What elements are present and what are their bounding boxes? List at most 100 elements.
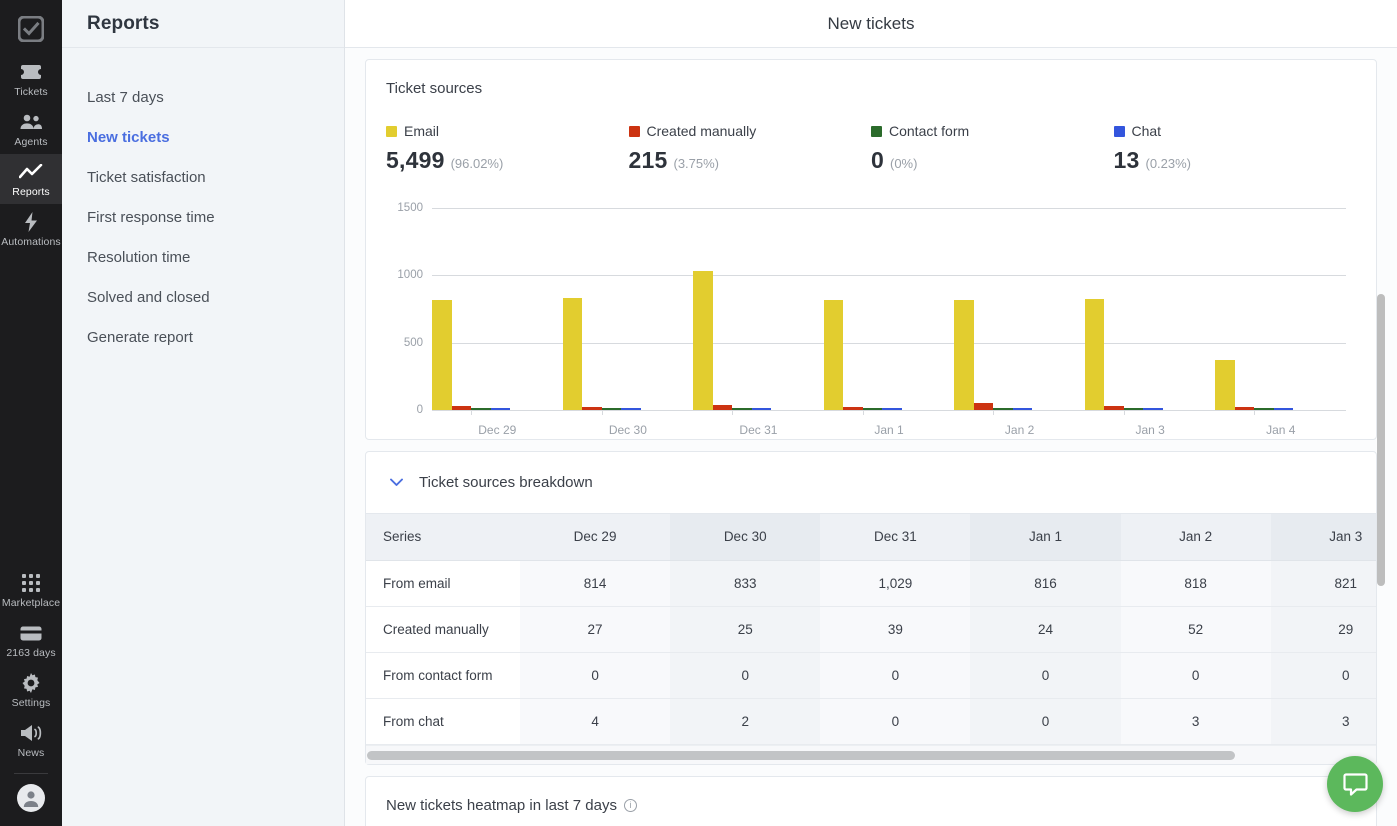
- chart-bar[interactable]: [993, 408, 1013, 410]
- chart-bar[interactable]: [1235, 407, 1255, 410]
- chart-bar[interactable]: [954, 300, 974, 410]
- heatmap-title: New tickets heatmap in last 7 days: [386, 797, 617, 814]
- rail-item-marketplace[interactable]: Marketplace: [0, 565, 62, 615]
- table-row-label: From email: [366, 560, 520, 606]
- sidebar-item-resolution-time[interactable]: Resolution time: [62, 238, 344, 278]
- chart-bar[interactable]: [974, 403, 994, 410]
- user-avatar-icon: [21, 788, 41, 808]
- rail-item-settings[interactable]: Settings: [0, 665, 62, 715]
- breakdown-title: Ticket sources breakdown: [419, 474, 593, 491]
- chart-bar[interactable]: [1124, 408, 1144, 410]
- rail-item-agents[interactable]: Agents: [0, 104, 62, 154]
- chart-bar[interactable]: [824, 300, 844, 410]
- chart-bar[interactable]: [582, 407, 602, 410]
- lightning-bolt-icon: [23, 211, 39, 233]
- chart-bar[interactable]: [602, 408, 622, 410]
- chart-bar[interactable]: [693, 271, 713, 410]
- y-axis-tick-label: 1000: [397, 269, 423, 281]
- rail-item-tickets[interactable]: Tickets: [0, 54, 62, 104]
- y-axis-tick-label: 1500: [397, 202, 423, 214]
- main-content: New tickets Ticket sources Email 5,499 (…: [345, 0, 1397, 826]
- rail-item-label: Tickets: [14, 86, 48, 98]
- x-axis-tick: [1254, 410, 1255, 415]
- x-axis-tick: [471, 410, 472, 415]
- rail-item-news[interactable]: News: [0, 715, 62, 765]
- chart-bar[interactable]: [471, 408, 491, 410]
- horizontal-scroll-thumb[interactable]: [367, 751, 1235, 760]
- chart-bar[interactable]: [1215, 360, 1235, 410]
- breakdown-table: SeriesDec 29Dec 30Dec 31Jan 1Jan 2Jan 3J…: [366, 514, 1376, 745]
- chart-bar[interactable]: [1085, 299, 1105, 410]
- table-row-label: From chat: [366, 698, 520, 744]
- legend-item-created-manually: Created manually 215 (3.75%): [629, 123, 872, 174]
- x-axis-tick-label: Jan 4: [1215, 423, 1346, 437]
- chart-bar[interactable]: [1274, 408, 1294, 410]
- sidebar-item-generate-report[interactable]: Generate report: [62, 318, 344, 358]
- x-axis-tick: [732, 410, 733, 415]
- ticket-sources-breakdown-card: Ticket sources breakdown SeriesDec 29Dec…: [365, 451, 1377, 765]
- info-icon[interactable]: i: [624, 799, 637, 812]
- chart-bar[interactable]: [491, 408, 511, 410]
- chart-bar[interactable]: [752, 408, 772, 410]
- x-axis-tick: [1124, 410, 1125, 415]
- table-row: Created manually27253924522919: [366, 606, 1376, 652]
- sidebar-item-new-tickets[interactable]: New tickets: [62, 118, 344, 158]
- table-cell: 4: [520, 698, 670, 744]
- legend-swatch-chat: [1114, 126, 1125, 137]
- sidebar-item-last-7-days[interactable]: Last 7 days: [62, 78, 344, 118]
- breakdown-horizontal-scrollbar[interactable]: [366, 745, 1376, 764]
- table-column-header: Jan 3: [1271, 514, 1376, 560]
- table-row-label: Created manually: [366, 606, 520, 652]
- table-cell: 3: [1271, 698, 1376, 744]
- table-row-label: From contact form: [366, 652, 520, 698]
- chart-bar[interactable]: [563, 298, 583, 410]
- table-cell: 3: [1121, 698, 1271, 744]
- page-title: Reports: [87, 13, 160, 35]
- table-header-row: SeriesDec 29Dec 30Dec 31Jan 1Jan 2Jan 3J…: [366, 514, 1376, 560]
- table-column-header: Dec 31: [820, 514, 970, 560]
- sidebar-item-solved-and-closed[interactable]: Solved and closed: [62, 278, 344, 318]
- rail-item-label: Settings: [12, 697, 51, 709]
- table-column-header: Series: [366, 514, 520, 560]
- breakdown-toggle[interactable]: Ticket sources breakdown: [366, 452, 1376, 513]
- grid-apps-icon: [22, 572, 40, 594]
- chart-bar[interactable]: [1254, 408, 1274, 410]
- chart-bar[interactable]: [1013, 408, 1033, 410]
- ticket-icon: [20, 61, 42, 83]
- legend-percent: (3.75%): [673, 156, 719, 171]
- chart-bar[interactable]: [1104, 406, 1124, 410]
- table-cell: 833: [670, 560, 820, 606]
- chart-bar[interactable]: [882, 408, 902, 410]
- chart-bar[interactable]: [843, 407, 863, 410]
- table-cell: 0: [520, 652, 670, 698]
- chart-bar-group: Dec 29: [432, 208, 563, 410]
- rail-item-trial-days[interactable]: 2163 days: [0, 615, 62, 665]
- chart-bar-group: Jan 3: [1085, 208, 1216, 410]
- chart-bar[interactable]: [863, 408, 883, 410]
- chart-bar[interactable]: [452, 406, 472, 410]
- legend-label: Contact form: [889, 123, 969, 139]
- table-cell: 814: [520, 560, 670, 606]
- breakdown-table-scroll[interactable]: SeriesDec 29Dec 30Dec 31Jan 1Jan 2Jan 3J…: [366, 513, 1376, 745]
- rail-item-reports[interactable]: Reports: [0, 154, 62, 204]
- app-logo-icon[interactable]: [0, 4, 62, 54]
- chart-gridline: [432, 410, 1346, 411]
- legend-label: Created manually: [647, 123, 757, 139]
- reports-sidebar: Reports Last 7 days New tickets Ticket s…: [62, 0, 345, 826]
- ticket-sources-card: Ticket sources Email 5,499 (96.02%): [365, 59, 1377, 440]
- sidebar-item-first-response-time[interactable]: First response time: [62, 198, 344, 238]
- sidebar-item-ticket-satisfaction[interactable]: Ticket satisfaction: [62, 158, 344, 198]
- chart-bar[interactable]: [713, 405, 733, 410]
- x-axis-tick-label: Jan 3: [1085, 423, 1216, 437]
- vertical-scroll-thumb[interactable]: [1377, 294, 1385, 586]
- chart-bar[interactable]: [732, 408, 752, 410]
- chart-bar[interactable]: [621, 408, 641, 410]
- rail-item-automations[interactable]: Automations: [0, 204, 62, 254]
- avatar[interactable]: [17, 784, 45, 812]
- chat-launcher-button[interactable]: [1327, 756, 1383, 812]
- chart-bar[interactable]: [1143, 408, 1163, 410]
- content-topbar: New tickets: [345, 0, 1397, 48]
- heatmap-card: New tickets heatmap in last 7 days i: [365, 776, 1377, 826]
- chart-bar[interactable]: [432, 300, 452, 410]
- card-icon: [20, 622, 42, 644]
